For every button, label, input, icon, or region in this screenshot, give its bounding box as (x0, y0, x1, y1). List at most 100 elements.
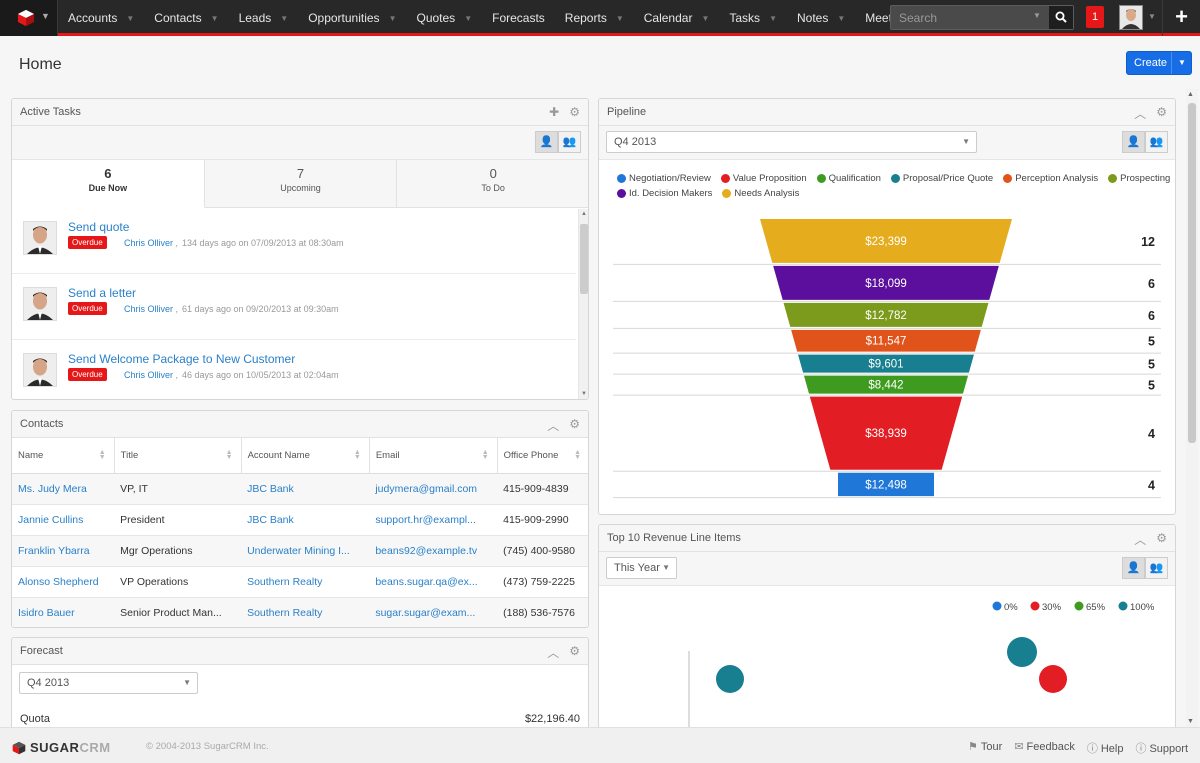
footer-link-feedback[interactable]: ✉ Feedback (1014, 740, 1075, 756)
assignee-link[interactable]: Chris Olliver , (124, 370, 178, 380)
email-link[interactable]: sugar.sugar@exam... (369, 597, 498, 627)
account-name-link[interactable]: JBC Bank (241, 504, 370, 536)
add-icon[interactable]: ✚ (549, 105, 559, 119)
collapse-icon[interactable]: ︿ (1134, 531, 1146, 548)
gear-icon[interactable]: ⚙ (1156, 531, 1167, 548)
chevron-down-icon[interactable]: ▼ (769, 14, 777, 23)
chevron-down-icon[interactable]: ▼ (464, 14, 472, 23)
task-tab-to-do[interactable]: 0 To Do (397, 160, 588, 208)
contact-name-link[interactable]: Isidro Bauer (12, 597, 115, 627)
chevron-down-icon[interactable]: ▼ (280, 14, 288, 23)
nav-tab-contacts[interactable]: Contacts ▼ (144, 0, 228, 36)
email-link[interactable]: beans.sugar.qa@ex... (369, 566, 498, 598)
revenue-bubble[interactable] (1039, 665, 1067, 693)
contact-name-link[interactable]: Ms. Judy Mera (12, 473, 115, 505)
user-menu-caret-icon[interactable]: ▼ (1148, 12, 1156, 21)
legend-item[interactable]: Qualification (816, 173, 881, 184)
footer-link-help[interactable]: ⓘ Help (1087, 740, 1124, 756)
search-input[interactable] (891, 6, 1041, 29)
revenue-bubble[interactable] (1007, 637, 1037, 667)
legend-item[interactable]: Needs Analysis (722, 188, 799, 199)
pipeline-period-select[interactable]: Q4 2013 ▼ (606, 131, 977, 153)
team-items-toggle[interactable]: 👥 (1145, 557, 1168, 579)
legend-item[interactable]: Proposal/Price Quote (890, 173, 993, 184)
column-header-name[interactable]: Name ▲ ▼ (12, 438, 115, 474)
task-name-link[interactable]: Send Welcome Package to New Customer (68, 352, 295, 366)
assignee-link[interactable]: Chris Olliver , (124, 238, 178, 248)
collapse-icon[interactable]: ︿ (547, 417, 559, 434)
gear-icon[interactable]: ⚙ (1156, 105, 1167, 122)
account-name-link[interactable]: Southern Realty (241, 597, 370, 627)
chevron-down-icon[interactable]: ▼ (126, 14, 134, 23)
legend-item[interactable]: Value Proposition (720, 173, 807, 184)
team-items-toggle[interactable]: 👥 (558, 131, 581, 153)
column-header-title[interactable]: Title ▲ ▼ (114, 438, 242, 474)
user-avatar[interactable] (1119, 5, 1143, 30)
account-name-link[interactable]: JBC Bank (241, 473, 370, 505)
account-name-link[interactable]: Southern Realty (241, 566, 370, 598)
nav-tab-notes[interactable]: Notes ▼ (787, 0, 855, 36)
chevron-down-icon[interactable]: ▼ (701, 14, 709, 23)
task-list-scrollbar[interactable]: ▲ ▼ (578, 209, 588, 399)
search-modules-dropdown-icon[interactable]: ▼ (1033, 11, 1041, 20)
revenue-period-select[interactable]: This Year ▼ (606, 557, 677, 579)
footer-link-support[interactable]: ⓘ Support (1135, 740, 1188, 756)
footer-link-label: Help (1100, 743, 1124, 755)
task-name-link[interactable]: Send quote (68, 220, 129, 234)
contact-name-link[interactable]: Alonso Shepherd (12, 566, 115, 598)
collapse-icon[interactable]: ︿ (547, 644, 559, 661)
footer-link-tour[interactable]: ⚑ Tour (968, 740, 1002, 756)
assignee-avatar[interactable] (23, 287, 57, 321)
legend-item[interactable]: Negotiation/Review (617, 173, 711, 184)
column-header-email[interactable]: Email ▲ ▼ (369, 438, 498, 474)
legend-item[interactable]: Id. Decision Makers (617, 188, 712, 199)
nav-tab-reports[interactable]: Reports ▼ (555, 0, 634, 36)
contact-name-link[interactable]: Franklin Ybarra (12, 535, 115, 567)
team-items-toggle[interactable]: 👥 (1145, 131, 1168, 153)
gear-icon[interactable]: ⚙ (569, 105, 580, 119)
forecast-period-select[interactable]: Q4 2013 ▼ (19, 672, 198, 694)
email-link[interactable]: judymera@gmail.com (369, 473, 498, 505)
legend-item[interactable]: Prospecting (1108, 173, 1170, 184)
page-scrollbar[interactable]: ▲ ▼ (1186, 89, 1198, 727)
create-dropdown-caret-icon[interactable]: ▼ (1171, 52, 1192, 74)
column-header-office-phone[interactable]: Office Phone ▲ ▼ (497, 438, 588, 474)
account-name-link[interactable]: Underwater Mining I... (241, 535, 370, 567)
nav-tab-forecasts[interactable]: Forecasts (482, 0, 555, 36)
column-header-account-name[interactable]: Account Name ▲ ▼ (241, 438, 370, 474)
contact-name-link[interactable]: Jannie Cullins (12, 504, 115, 536)
quick-create-button[interactable]: + (1162, 0, 1200, 36)
chevron-down-icon[interactable]: ▼ (389, 14, 397, 23)
assignee-avatar[interactable] (23, 221, 57, 255)
chevron-down-icon[interactable]: ▼ (211, 14, 219, 23)
my-items-toggle[interactable]: 👤 (535, 131, 558, 153)
nav-tab-calendar[interactable]: Calendar ▼ (634, 0, 720, 36)
nav-tab-accounts[interactable]: Accounts ▼ (58, 0, 144, 36)
logo-menu[interactable]: ▼ (0, 0, 58, 36)
gear-icon[interactable]: ⚙ (569, 644, 580, 661)
email-link[interactable]: beans92@example.tv (369, 535, 498, 567)
my-items-toggle[interactable]: 👤 (1122, 557, 1145, 579)
overdue-badge: Overdue (68, 368, 107, 381)
gear-icon[interactable]: ⚙ (569, 417, 580, 434)
notifications-badge[interactable]: 1 (1086, 6, 1104, 28)
nav-tab-opportunities[interactable]: Opportunities ▼ (298, 0, 406, 36)
task-tab-upcoming[interactable]: 7 Upcoming (204, 160, 398, 208)
task-tab-due-now[interactable]: 6 Due Now (12, 160, 205, 208)
assignee-link[interactable]: Chris Olliver , (124, 304, 178, 314)
email-link[interactable]: support.hr@exampl... (369, 504, 498, 536)
nav-tab-quotes[interactable]: Quotes ▼ (406, 0, 482, 36)
my-items-toggle[interactable]: 👤 (1122, 131, 1145, 153)
legend-item[interactable]: Perception Analysis (1003, 173, 1098, 184)
nav-tab-leads[interactable]: Leads ▼ (229, 0, 299, 36)
task-name-link[interactable]: Send a letter (68, 286, 136, 300)
create-button[interactable]: Create ▼ (1126, 51, 1192, 75)
search-button[interactable] (1049, 6, 1073, 29)
active-tasks-dashlet: Active Tasks ✚ ⚙ 👤 👥 6 Due Now 7 Upcoming 0 To … (11, 98, 589, 400)
assignee-avatar[interactable] (23, 353, 57, 387)
collapse-icon[interactable]: ︿ (1134, 105, 1146, 122)
revenue-bubble[interactable] (716, 665, 744, 693)
nav-tab-tasks[interactable]: Tasks ▼ (719, 0, 787, 36)
chevron-down-icon[interactable]: ▼ (837, 14, 845, 23)
chevron-down-icon[interactable]: ▼ (616, 14, 624, 23)
